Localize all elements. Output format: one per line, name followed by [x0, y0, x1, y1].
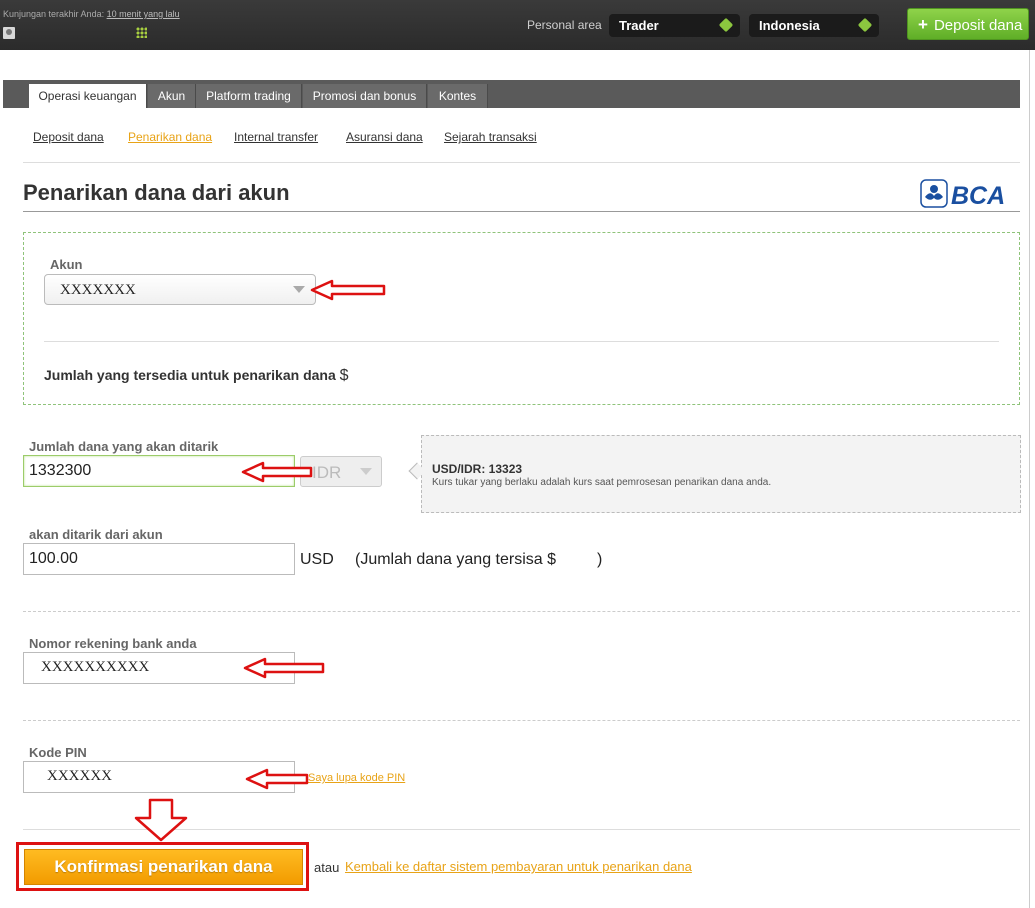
annotation-arrow-down-icon — [134, 798, 188, 842]
last-visit-value[interactable]: 10 menit yang lalu — [107, 9, 180, 19]
available-amount: Jumlah yang tersedia untuk penarikan dan… — [44, 367, 349, 385]
remaining-balance: (Jumlah dana yang tersisa $ ) — [355, 551, 602, 569]
account-select[interactable]: XXXXXXX — [44, 274, 316, 305]
deposit-button-label: Deposit dana — [933, 17, 1023, 34]
annotation-arrow-left-icon — [241, 461, 313, 483]
pin-label: Kode PIN — [29, 745, 87, 760]
bca-logo-text: BCA — [951, 182, 1005, 210]
section-separator — [23, 720, 1020, 721]
page-title: Penarikan dana dari akun — [23, 180, 290, 205]
available-label: Jumlah yang tersedia untuk penarikan dan… — [44, 367, 336, 383]
deposit-button[interactable]: + Deposit dana — [907, 8, 1029, 40]
last-visit: Kunjungan terakhir Anda: 10 menit yang l… — [3, 9, 180, 19]
plus-icon: + — [918, 15, 928, 34]
tab-akun[interactable]: Akun — [148, 84, 196, 108]
top-bar: Kunjungan terakhir Anda: 10 menit yang l… — [0, 0, 1035, 50]
subnav-asuransi[interactable]: Asuransi dana — [346, 130, 423, 144]
annotation-arrow-left-icon — [245, 768, 309, 790]
main-tabs: Operasi keuangan Akun Platform trading P… — [3, 80, 1020, 108]
tab-kontes[interactable]: Kontes — [428, 84, 488, 108]
currency-select-value: IDR — [312, 463, 342, 482]
exchange-rate-box: USD/IDR: 13323 Kurs tukar yang berlaku a… — [421, 435, 1021, 513]
subnav-sejarah[interactable]: Sejarah transaksi — [444, 130, 537, 144]
tab-platform-trading[interactable]: Platform trading — [196, 84, 302, 108]
country-select[interactable]: Indonesia — [749, 14, 879, 37]
personal-area-label: Personal area — [527, 18, 602, 32]
remaining-text: (Jumlah dana yang tersisa $ — [355, 551, 556, 568]
or-text: atau — [314, 860, 340, 875]
debit-amount-input[interactable]: 100.00 — [23, 543, 295, 575]
title-divider — [23, 211, 1020, 212]
annotation-arrow-left-icon — [310, 279, 386, 301]
confirm-withdrawal-button[interactable]: Konfirmasi penarikan dana — [24, 849, 303, 885]
subnav-deposit[interactable]: Deposit dana — [33, 130, 104, 144]
exchange-rate-title: USD/IDR: 13323 — [432, 462, 523, 476]
debit-currency: USD — [300, 551, 334, 568]
divider — [23, 162, 1020, 163]
annotation-arrow-left-icon — [243, 657, 325, 679]
bca-logo: BCA — [920, 179, 1005, 210]
subnav-penarikan[interactable]: Penarikan dana — [128, 130, 212, 144]
chevron-down-icon — [360, 468, 372, 475]
tab-promosi-bonus[interactable]: Promosi dan bonus — [303, 84, 427, 108]
back-to-payment-systems-link[interactable]: Kembali ke daftar sistem pembayaran untu… — [345, 859, 692, 874]
subnav-internal-transfer[interactable]: Internal transfer — [234, 130, 318, 144]
last-visit-label: Kunjungan terakhir Anda: — [3, 9, 105, 19]
section-separator — [23, 611, 1020, 612]
debit-label: akan ditarik dari akun — [29, 527, 163, 542]
bank-account-label: Nomor rekening bank anda — [29, 636, 197, 651]
right-border — [1029, 50, 1030, 908]
country-value: Indonesia — [759, 18, 820, 33]
dropdown-gem-icon — [718, 17, 734, 33]
account-type-value: Trader — [619, 18, 659, 33]
available-currency: $ — [339, 367, 349, 384]
user-icon[interactable] — [3, 27, 15, 39]
chevron-down-icon — [293, 286, 305, 293]
forgot-pin-link[interactable]: Saya lupa kode PIN — [308, 772, 405, 784]
remaining-close: ) — [597, 551, 603, 568]
account-select-value: XXXXXXX — [60, 282, 136, 298]
divider — [44, 341, 999, 342]
account-type-select[interactable]: Trader — [609, 14, 740, 37]
grid-menu-icon[interactable] — [136, 27, 147, 38]
dropdown-gem-icon — [857, 17, 873, 33]
amount-label: Jumlah dana yang akan ditarik — [29, 439, 219, 454]
exchange-rate-note: Kurs tukar yang berlaku adalah kurs saat… — [432, 477, 772, 488]
account-label: Akun — [50, 257, 83, 272]
tab-operasi-keuangan[interactable]: Operasi keuangan — [29, 84, 147, 108]
